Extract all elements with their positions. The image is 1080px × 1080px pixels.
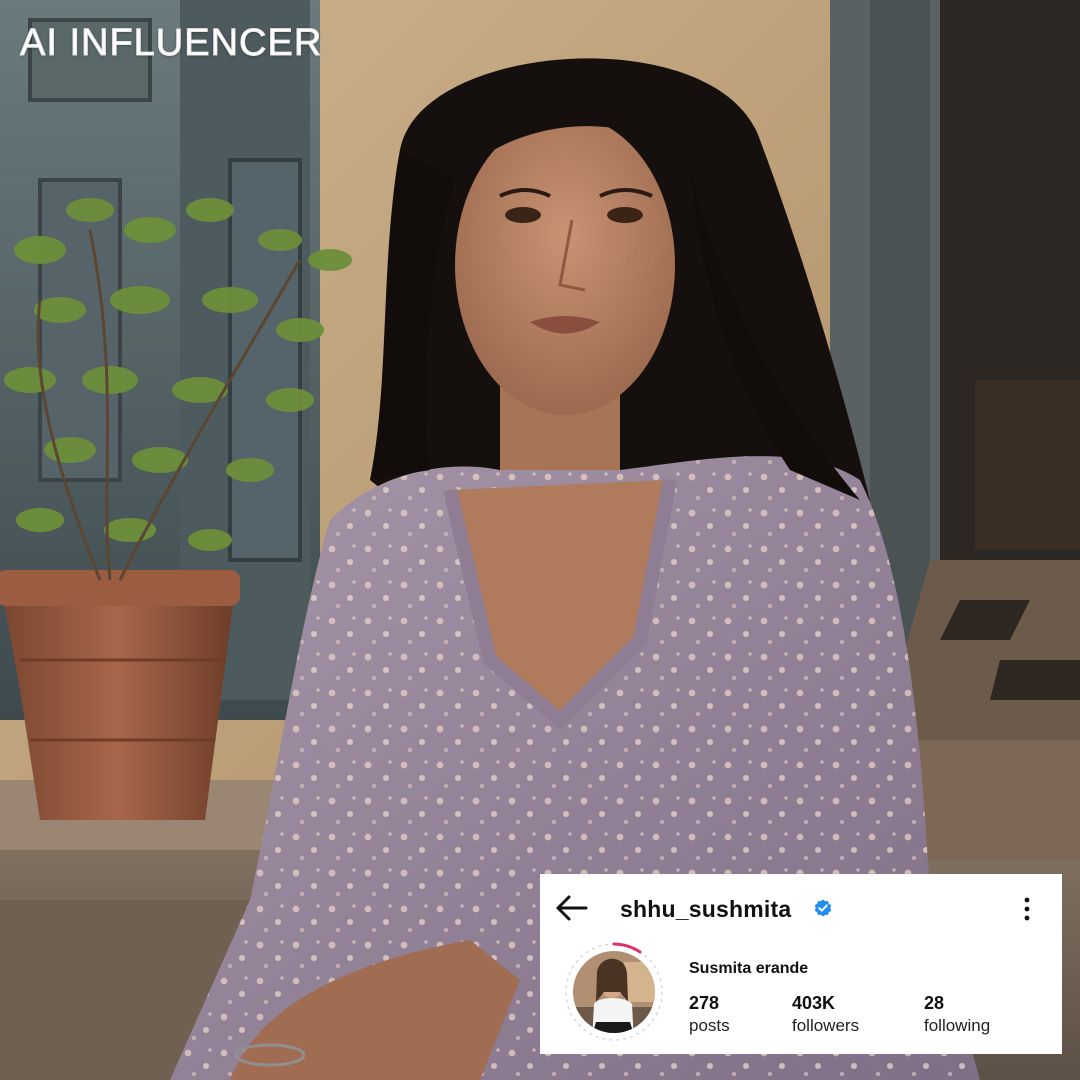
stat-following[interactable]: 28 following — [924, 992, 990, 1036]
verified-badge-icon — [814, 899, 832, 917]
profile-username: shhu_sushmita — [620, 896, 792, 922]
stat-followers-count: 403K — [792, 993, 836, 1013]
more-vertical-icon[interactable] — [1022, 896, 1032, 922]
profile-avatar[interactable] — [564, 942, 664, 1042]
avatar-image — [565, 942, 663, 1041]
instagram-profile-card: shhu_sushmita Susmita erande 278 posts 4… — [540, 874, 1062, 1054]
profile-display-name: Susmita erande — [689, 960, 809, 977]
stat-followers-label: followers — [792, 1015, 860, 1035]
stat-following-count: 28 — [924, 993, 945, 1013]
stat-posts-count: 278 — [689, 993, 720, 1013]
arrow-left-icon[interactable] — [554, 894, 588, 922]
stat-posts-label: posts — [689, 1015, 730, 1035]
stat-posts[interactable]: 278 posts — [689, 992, 730, 1036]
stat-following-label: following — [924, 1015, 991, 1035]
ai-influencer-caption: AI INFLUENCER — [19, 22, 323, 64]
stat-followers[interactable]: 403K followers — [792, 992, 859, 1036]
